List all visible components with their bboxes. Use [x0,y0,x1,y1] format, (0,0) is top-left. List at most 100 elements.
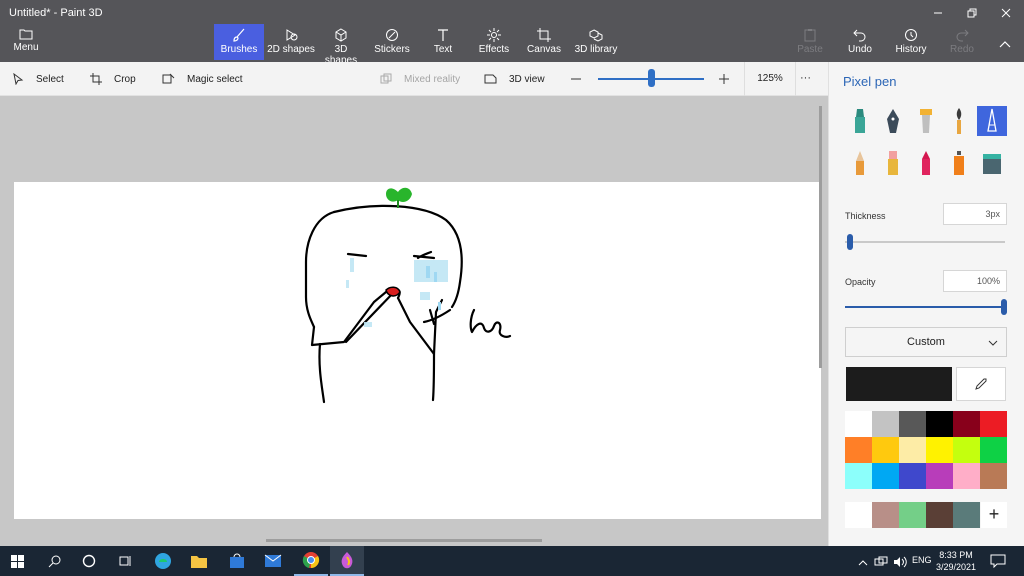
eraser-icon[interactable] [878,148,908,178]
network-icon[interactable] [874,555,888,573]
action-label: Paste [797,44,823,55]
tab-effects[interactable]: Effects [474,24,514,60]
color-swatch[interactable] [953,463,980,489]
opacity-input[interactable]: 100% [943,270,1007,292]
marker-icon[interactable] [845,106,875,136]
horizontal-scrollbar[interactable] [266,539,542,542]
thickness-slider-track[interactable] [845,241,1005,243]
color-swatch[interactable] [872,463,899,489]
select-label: Select [36,73,64,85]
chevron-up-icon[interactable] [858,555,868,573]
paint-3d-icon[interactable] [330,546,364,576]
color-swatch[interactable] [980,463,1007,489]
pencil-icon[interactable] [845,148,875,178]
tab-text[interactable]: Text [424,24,462,60]
tab-canvas[interactable]: Canvas [524,24,564,60]
tab-brushes[interactable]: Brushes [214,24,264,60]
color-swatch[interactable] [926,463,953,489]
undo-button[interactable]: Undo [842,24,878,60]
color-swatch[interactable] [899,463,926,489]
clock[interactable]: 8:33 PM 3/29/2021 [936,549,976,573]
thickness-slider-thumb[interactable] [847,234,853,250]
zoom-in-icon[interactable] [718,73,730,88]
color-mode-dropdown[interactable]: Custom [845,327,1007,357]
watercolor-icon[interactable] [944,106,974,136]
menu-button[interactable]: Menu [8,26,44,58]
zoom-out-icon[interactable] [570,73,582,88]
color-swatch[interactable] [899,437,926,463]
tab-stickers[interactable]: Stickers [370,24,414,60]
custom-color-swatch[interactable] [872,502,899,528]
pixel-pen-icon[interactable] [977,106,1007,136]
edge-icon[interactable] [146,546,180,576]
custom-color-swatch[interactable] [953,502,980,528]
chrome-icon[interactable] [294,546,328,576]
calligraphy-pen-icon[interactable] [878,106,908,136]
mixed-reality-icon [380,73,392,84]
custom-color-swatch[interactable] [845,502,872,528]
search-icon[interactable] [38,546,72,576]
tab-3d-shapes[interactable]: 3D shapes [318,24,364,66]
minimize-icon[interactable] [928,4,948,22]
more-options-button[interactable]: ··· [800,62,811,96]
oil-brush-icon[interactable] [911,106,941,136]
chevron-down-icon [988,340,998,346]
workspace [0,96,828,546]
history-button[interactable]: History [892,24,930,60]
action-label: Redo [950,44,974,55]
tab-label: Stickers [374,44,410,55]
thickness-input[interactable]: 3px [943,203,1007,225]
color-swatch[interactable] [980,411,1007,437]
mail-icon[interactable] [256,546,290,576]
restore-icon[interactable] [962,4,982,22]
vertical-scrollbar[interactable] [819,106,822,368]
tab-label: Effects [478,44,510,55]
spray-can-icon[interactable] [944,148,974,178]
close-icon[interactable] [996,4,1016,22]
tab-3d-library[interactable]: 3D library [574,24,618,60]
zoom-percentage[interactable]: 125% [744,62,796,96]
crayon-icon[interactable] [911,148,941,178]
mixed-reality-button[interactable]: Mixed reality [380,62,460,96]
color-swatch[interactable] [926,411,953,437]
paste-button[interactable]: Paste [792,24,828,60]
magic-select-button[interactable]: Magic select [162,62,243,96]
file-explorer-icon[interactable] [182,546,216,576]
volume-icon[interactable] [893,555,907,573]
input-language[interactable]: ENG [912,555,932,565]
redo-icon [956,29,969,42]
collapse-ribbon-icon[interactable] [998,36,1012,54]
redo-button[interactable]: Redo [944,24,980,60]
color-swatch[interactable] [980,437,1007,463]
color-swatch[interactable] [872,437,899,463]
opacity-slider-thumb[interactable] [1001,299,1007,315]
3d-view-button[interactable]: 3D view [484,62,545,96]
crop-button[interactable]: Crop [90,62,136,96]
task-view-icon[interactable] [108,546,142,576]
color-swatch[interactable] [899,411,926,437]
opacity-slider-track[interactable] [845,306,1005,308]
custom-color-swatch[interactable] [899,502,926,528]
start-icon[interactable] [0,546,34,576]
eyedropper-button[interactable] [956,367,1006,401]
mixed-reality-label: Mixed reality [404,73,461,85]
color-swatch[interactable] [845,411,872,437]
zoom-slider-thumb[interactable] [648,69,655,87]
color-swatch[interactable] [926,437,953,463]
color-swatch[interactable] [845,437,872,463]
drawing-canvas[interactable] [14,182,821,519]
custom-color-swatch[interactable] [926,502,953,528]
fill-icon[interactable] [977,148,1007,178]
color-swatch[interactable] [845,463,872,489]
color-swatch[interactable] [953,411,980,437]
color-swatch[interactable] [953,437,980,463]
add-color-button[interactable]: + [981,502,1007,528]
cortana-icon[interactable] [72,546,106,576]
notifications-icon[interactable] [990,554,1006,573]
window-title: Untitled* - Paint 3D [9,7,103,19]
current-color-swatch[interactable] [846,367,952,401]
select-button[interactable]: Select [12,62,64,96]
color-swatch[interactable] [872,411,899,437]
tab-2d-shapes[interactable]: 2D shapes [266,24,316,60]
store-icon[interactable] [220,546,254,576]
